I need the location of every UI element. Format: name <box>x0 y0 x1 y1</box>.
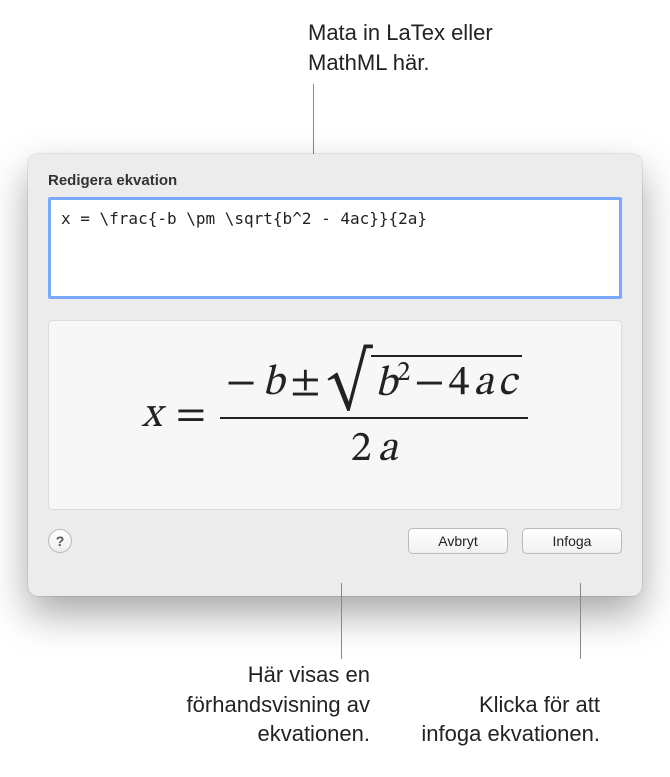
eq-a: a <box>473 357 493 410</box>
callout-leader-line <box>580 583 581 659</box>
eq-denominator: 2 a <box>345 423 404 476</box>
cancel-button[interactable]: Avbryt <box>408 528 508 554</box>
eq-variable-x: x <box>142 389 162 442</box>
eq-four: 4 <box>449 357 470 410</box>
eq-two: 2 <box>351 423 372 476</box>
help-button[interactable]: ? <box>48 529 72 553</box>
equation-preview: x = − b ± √ b2 − 4 a <box>48 320 622 510</box>
eq-radicand: b2 − 4 a c <box>371 355 522 413</box>
eq-b2: b2 <box>375 357 410 411</box>
eq-equals: = <box>176 389 206 442</box>
eq-fraction: − b ± √ b2 − 4 a c <box>220 355 528 476</box>
callout-leader-line <box>341 583 342 659</box>
callout-insert-hint: Klicka för att infoga ekvationen. <box>420 690 600 749</box>
rendered-equation: x = − b ± √ b2 − 4 a <box>142 355 529 476</box>
dialog-title: Redigera ekvation <box>48 172 622 189</box>
callout-input-hint: Mata in LaTex eller MathML här. <box>308 18 568 77</box>
eq-pm: ± <box>290 357 320 410</box>
eq-a-denom: a <box>378 423 398 476</box>
callout-leader-line <box>313 84 314 158</box>
callout-preview-hint: Här visas en förhandsvisning av ekvation… <box>120 660 370 749</box>
radical-icon: √ <box>326 357 370 415</box>
eq-minus-inner: − <box>414 357 444 410</box>
eq-b: b <box>262 357 284 410</box>
eq-sqrt: √ b2 − 4 a c <box>326 355 522 413</box>
dialog-footer: ? Avbryt Infoga <box>48 528 622 554</box>
dialog-button-row: Avbryt Infoga <box>408 528 622 554</box>
edit-equation-dialog: Redigera ekvation x = − b ± √ b2 − <box>28 154 642 596</box>
eq-c: c <box>498 357 517 410</box>
insert-button[interactable]: Infoga <box>522 528 622 554</box>
eq-fraction-bar <box>220 417 528 419</box>
equation-code-input[interactable] <box>48 197 622 299</box>
eq-numerator: − b ± √ b2 − 4 a c <box>220 355 528 413</box>
eq-minus: − <box>226 357 256 410</box>
